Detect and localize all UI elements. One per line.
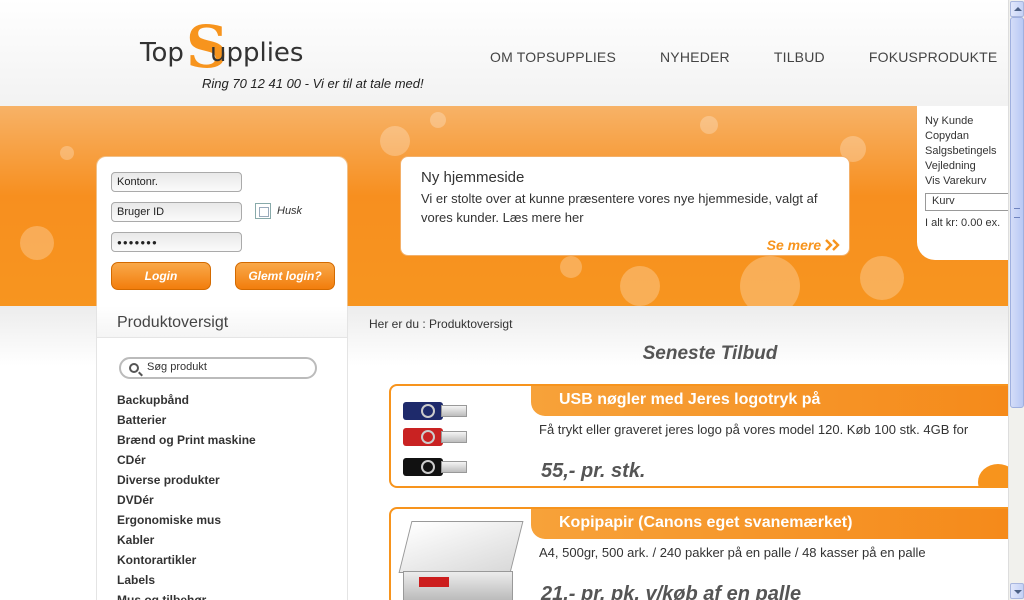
link-vejledning[interactable]: Vejledning [925, 159, 1008, 174]
link-ny-kunde[interactable]: Ny Kunde [925, 114, 1008, 129]
password-field[interactable]: ●●●●●●● [111, 232, 242, 252]
vertical-scrollbar[interactable] [1008, 0, 1024, 600]
link-vis-varekurv[interactable]: Vis Varekurv [925, 174, 1008, 189]
header: Top S upplies Ring 70 12 41 00 - Vi er t… [0, 0, 1008, 106]
category-item[interactable]: Backupbånd [117, 390, 256, 410]
link-copydan[interactable]: Copydan [925, 129, 1008, 144]
offer-card-usb[interactable]: USB nøgler med Jeres logotryk på Få tryk… [389, 384, 1008, 488]
offer-title[interactable]: USB nøgler med Jeres logotryk på [531, 386, 1008, 416]
category-item[interactable]: Diverse produkter [117, 470, 256, 490]
category-item[interactable]: Mus og tilbehør [117, 590, 256, 600]
nav-fokusprodukter[interactable]: FOKUSPRODUKTE [869, 49, 998, 65]
login-box: Kontonr. Bruger ID Husk ●●●●●●● Login Gl… [96, 156, 348, 306]
se-mere-link[interactable]: Se mere [767, 237, 841, 253]
category-item[interactable]: Ergonomiske mus [117, 510, 256, 530]
card-corner-decoration [978, 464, 1008, 486]
login-button[interactable]: Login [111, 262, 211, 290]
nav-om-topsupplies[interactable]: OM TOPSUPPLIES [490, 49, 616, 65]
scrollbar-thumb[interactable] [1010, 17, 1024, 408]
scroll-up-button[interactable] [1010, 1, 1024, 17]
breadcrumb: Her er du : Produktoversigt [369, 317, 513, 331]
offer-description: Få trykt eller graveret jeres logo på vo… [539, 422, 969, 437]
category-item[interactable]: Kontorartikler [117, 550, 256, 570]
section-title: Seneste Tilbud [642, 343, 778, 364]
usb-stick-image [403, 428, 467, 446]
category-item[interactable]: Labels [117, 570, 256, 590]
usb-stick-image [403, 458, 467, 476]
nav-tilbud[interactable]: TILBUD [774, 49, 825, 65]
news-box: Ny hjemmeside Vi er stolte over at kunne… [400, 156, 850, 256]
scroll-down-button[interactable] [1010, 583, 1024, 599]
phone-tagline: Ring 70 12 41 00 - Vi er til at tale med… [202, 76, 424, 91]
product-sidebar: Produktoversigt Søg produkt Backupbånd B… [96, 306, 348, 600]
category-list: Backupbånd Batterier Brænd og Print mask… [117, 390, 256, 600]
nav-nyheder[interactable]: NYHEDER [660, 49, 730, 65]
offer-title[interactable]: Kopipapir (Canons eget svanemærket) [531, 509, 1008, 539]
news-title: Ny hjemmeside [421, 169, 525, 186]
cart-total: I alt kr: 0.00 ex. [925, 217, 1001, 229]
category-item[interactable]: Brænd og Print maskine [117, 430, 256, 450]
top-navigation: OM TOPSUPPLIES NYHEDER TILBUD FOKUSPRODU… [490, 49, 997, 65]
search-icon [129, 363, 139, 373]
account-panel: Ny Kunde Copydan Salgsbetingels Vejledni… [917, 106, 1015, 260]
arrow-up-icon [1014, 7, 1022, 11]
category-item[interactable]: DVDér [117, 490, 256, 510]
offer-description: A4, 500gr, 500 ark. / 240 pakker på en p… [539, 545, 926, 560]
offer-card-kopipapir[interactable]: Kopipapir (Canons eget svanemærket) A4, … [389, 507, 1008, 600]
link-salgsbetingelser[interactable]: Salgsbetingels [925, 144, 1008, 159]
category-item[interactable]: CDér [117, 450, 256, 470]
se-mere-label: Se mere [766, 237, 822, 253]
arrow-down-icon [1014, 590, 1022, 594]
logo-text-top: Top [140, 38, 184, 68]
kontonr-field[interactable]: Kontonr. [111, 172, 242, 192]
husk-checkbox[interactable] [255, 203, 271, 219]
logo[interactable]: Top S upplies Ring 70 12 41 00 - Vi er t… [140, 18, 440, 98]
logo-text-rest: upplies [210, 38, 304, 68]
double-chevron-right-icon [825, 239, 840, 251]
glemt-login-button[interactable]: Glemt login? [235, 262, 335, 290]
offer-price: 55,- pr. stk. [541, 460, 646, 482]
category-item[interactable]: Kabler [117, 530, 256, 550]
usb-stick-image [403, 402, 467, 420]
category-item[interactable]: Batterier [117, 410, 256, 430]
paper-box-image [398, 517, 524, 600]
product-search-input[interactable]: Søg produkt [119, 357, 317, 379]
search-placeholder: Søg produkt [147, 361, 207, 373]
kurv-select[interactable]: Kurv [925, 193, 1015, 211]
sidebar-title: Produktoversigt [97, 306, 347, 338]
news-text[interactable]: Vi er stolte over at kunne præsentere vo… [421, 189, 831, 227]
bruger-id-field[interactable]: Bruger ID [111, 202, 242, 222]
offer-price: 21,- pr. pk. v/køb af en palle [541, 583, 802, 600]
husk-label: Husk [277, 205, 303, 217]
